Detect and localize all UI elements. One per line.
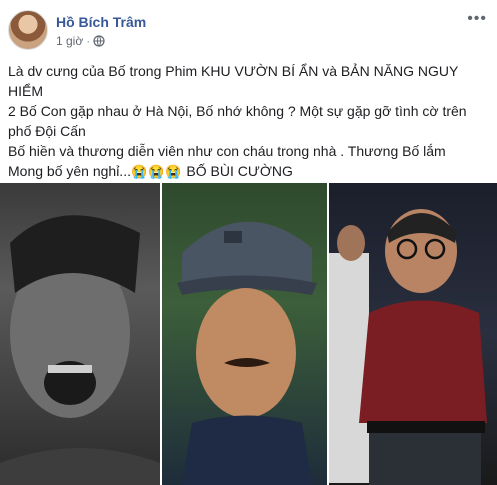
globe-icon[interactable] bbox=[93, 35, 105, 47]
photo-3[interactable] bbox=[329, 183, 497, 485]
post-line-4: Mong bố yên nghỉ...😭😭😭 BỐ BÙI CƯỜNG bbox=[8, 161, 489, 182]
ellipsis-icon[interactable]: ••• bbox=[467, 11, 487, 27]
photo-2[interactable] bbox=[162, 183, 327, 485]
closing-name: BỐ BÙI CƯỜNG bbox=[182, 163, 293, 179]
post-time[interactable]: 1 giờ bbox=[56, 34, 83, 48]
author-avatar[interactable] bbox=[8, 10, 48, 50]
meta-separator: · bbox=[86, 34, 91, 48]
photo-1[interactable] bbox=[0, 183, 160, 485]
post-line-1: Là dv cưng của Bố trong Phim KHU VƯỜN BÍ… bbox=[8, 63, 459, 99]
photo-collage bbox=[0, 183, 497, 485]
crying-emoji-icon: 😭 bbox=[148, 164, 165, 179]
facebook-post: Hồ Bích Trâm 1 giờ · ••• Là dv cưng của … bbox=[0, 0, 497, 485]
author-name[interactable]: Hồ Bích Trâm bbox=[56, 14, 146, 30]
closing-text: Mong bố yên nghỉ... bbox=[8, 163, 131, 179]
crying-emoji-icon: 😭 bbox=[165, 164, 182, 179]
post-text: Là dv cưng của Bố trong Phim KHU VƯỜN BÍ… bbox=[8, 61, 489, 182]
post-line-3: Bố hiền và thương diễn viên như con cháu… bbox=[8, 143, 446, 159]
post-line-2: 2 Bố Con gặp nhau ở Hà Nội, Bố nhớ không… bbox=[8, 103, 467, 139]
crying-emoji-icon: 😭 bbox=[130, 164, 148, 179]
post-meta: 1 giờ · bbox=[56, 34, 105, 48]
post-header: Hồ Bích Trâm 1 giờ · ••• bbox=[8, 10, 489, 54]
